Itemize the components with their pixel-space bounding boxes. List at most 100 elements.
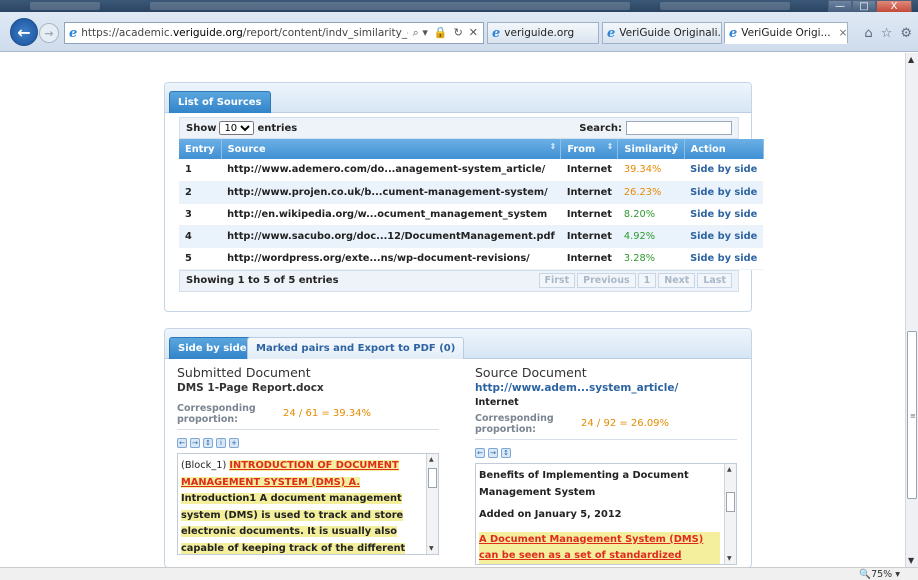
address-url[interactable]: https://academic.veriguide.org/report/co… bbox=[81, 27, 407, 39]
stop-icon[interactable]: ✕ bbox=[469, 26, 478, 40]
submitted-doc-filename: DMS 1-Page Report.docx bbox=[177, 382, 324, 394]
search-group: Search: bbox=[579, 121, 732, 135]
pager-page-1[interactable]: 1 bbox=[637, 273, 657, 288]
submitted-proportion: Corresponding proportion: 24 / 61 = 39.3… bbox=[177, 402, 439, 430]
zoom-control[interactable]: 🔍75% ▾ bbox=[859, 569, 900, 580]
tab-side-by-side[interactable]: Side by side bbox=[169, 337, 256, 359]
submitted-doc-title: Submitted Document bbox=[177, 365, 311, 380]
lock-icon[interactable]: 🔒 bbox=[434, 26, 448, 40]
col-entry[interactable]: Entry bbox=[179, 139, 222, 159]
source-cell: http://en.wikipedia.org/w...ocument_mana… bbox=[221, 203, 561, 226]
side-by-side-link[interactable]: Side by side bbox=[684, 181, 764, 204]
table-footer: Showing 1 to 5 of 5 entries First Previo… bbox=[179, 269, 739, 292]
similarity-cell: 39.34% bbox=[617, 159, 685, 182]
sync-icon[interactable]: ↕ bbox=[501, 448, 511, 458]
side-by-side-link[interactable]: Side by side bbox=[684, 247, 764, 270]
pagination: First Previous 1 Next Last bbox=[538, 273, 732, 288]
titlebar-blur bbox=[150, 2, 630, 10]
pager-previous[interactable]: Previous bbox=[577, 273, 636, 288]
scroll-up-icon[interactable]: ▲ bbox=[727, 466, 732, 473]
close-tab-icon[interactable]: × bbox=[839, 27, 847, 39]
address-bar[interactable]: e https://academic.veriguide.org/report/… bbox=[64, 22, 484, 44]
source-paragraph: Added on January 5, 2012 bbox=[479, 509, 622, 520]
matched-source-text: A Document Management System (DMS) can b… bbox=[479, 531, 720, 564]
scroll-thumb[interactable] bbox=[428, 468, 437, 488]
scroll-thumb[interactable] bbox=[726, 492, 735, 512]
table-row: 2 http://www.projen.co.uk/b...cument-man… bbox=[179, 181, 764, 204]
entry-cell: 1 bbox=[179, 159, 222, 182]
search-icon[interactable]: ⌕ ▾ bbox=[413, 26, 428, 40]
forward-button[interactable]: → bbox=[39, 23, 59, 43]
favorites-star-icon[interactable]: ☆ bbox=[881, 26, 893, 41]
info-icon[interactable]: i bbox=[216, 438, 226, 448]
page-scroll-thumb[interactable]: ≡ bbox=[907, 331, 917, 499]
ie-logo-icon: e bbox=[729, 25, 738, 41]
source-doc-type: Internet bbox=[475, 397, 519, 408]
first-match-icon[interactable]: ← bbox=[177, 438, 187, 448]
matched-text: Introduction1 A document management syst… bbox=[181, 493, 406, 554]
scroll-up-icon[interactable]: ▲ bbox=[429, 456, 434, 463]
source-cell: http://wordpress.org/exte...ns/wp-docume… bbox=[221, 247, 561, 270]
scroll-down-icon[interactable]: ▼ bbox=[429, 545, 434, 552]
table-header-row: Entry Source ⇕ From ⇕ Similarity ⇕ Action bbox=[179, 139, 764, 159]
source-cell: http://www.ademero.com/do...anagement-sy… bbox=[221, 159, 561, 182]
tab-marked-pairs[interactable]: Marked pairs and Export to PDF (0) bbox=[247, 337, 465, 359]
sync-icon[interactable]: ↕ bbox=[203, 438, 213, 448]
col-from-label: From bbox=[567, 143, 596, 155]
submitted-text-box[interactable]: (Block_1) INTRODUCTION OF DOCUMENT MANAG… bbox=[177, 453, 439, 555]
entries-select[interactable]: 10 bbox=[219, 121, 255, 135]
pager-first[interactable]: First bbox=[538, 273, 576, 288]
add-icon[interactable]: + bbox=[229, 438, 239, 448]
scroll-down-icon[interactable]: ▼ bbox=[908, 556, 914, 565]
text-scrollbar[interactable]: ▲ ▼ bbox=[426, 454, 438, 554]
tab-list-of-sources[interactable]: List of Sources bbox=[169, 91, 271, 113]
col-similarity-label: Similarity bbox=[624, 143, 678, 155]
sort-icon: ⇕ bbox=[549, 142, 557, 151]
table-toolbar: Show 10 entries Search: bbox=[179, 117, 739, 139]
source-text-box[interactable]: Benefits of Implementing a Document Mana… bbox=[475, 463, 737, 565]
search-input[interactable] bbox=[626, 121, 732, 135]
source-doc-link[interactable]: http://www.adem...system_article/ bbox=[475, 382, 737, 394]
from-cell: Internet bbox=[560, 225, 618, 248]
proportion-value: 24 / 61 = 39.34% bbox=[283, 408, 372, 419]
page-scrollbar[interactable]: ▲ ≡ ▼ bbox=[905, 53, 918, 567]
refresh-icon[interactable]: ↻ bbox=[454, 26, 463, 40]
entry-cell: 2 bbox=[179, 181, 222, 204]
home-icon[interactable]: ⌂ bbox=[864, 26, 872, 41]
text-scrollbar[interactable]: ▲ ▼ bbox=[724, 464, 736, 564]
scroll-up-icon[interactable]: ▲ bbox=[908, 55, 914, 64]
pager-next[interactable]: Next bbox=[658, 273, 696, 288]
col-source[interactable]: Source ⇕ bbox=[221, 139, 562, 159]
submitted-document-column: Submitted Document DMS 1-Page Report.doc… bbox=[177, 365, 439, 555]
navigation-icons: ← → ↕ i + bbox=[177, 438, 439, 448]
first-match-icon[interactable]: ← bbox=[475, 448, 485, 458]
side-by-side-link[interactable]: Side by side bbox=[684, 225, 764, 248]
pager-last[interactable]: Last bbox=[697, 273, 732, 288]
browser-navbar: ← → e https://academic.veriguide.org/rep… bbox=[0, 12, 918, 52]
from-cell: Internet bbox=[560, 159, 618, 182]
table-row: 4 http://www.sacubo.org/doc...12/Documen… bbox=[179, 225, 764, 248]
tab-label: VeriGuide Originali... bbox=[619, 27, 722, 39]
from-cell: Internet bbox=[560, 181, 618, 204]
show-label: Show bbox=[186, 122, 217, 134]
col-from[interactable]: From ⇕ bbox=[560, 139, 619, 159]
entries-info: Showing 1 to 5 of 5 entries bbox=[186, 275, 339, 286]
similarity-cell: 8.20% bbox=[617, 203, 685, 226]
next-match-icon[interactable]: → bbox=[488, 448, 498, 458]
url-path: /report/content/indv_similarity_details.… bbox=[242, 27, 408, 39]
col-similarity[interactable]: Similarity ⇕ bbox=[617, 139, 685, 159]
col-entry-label: Entry bbox=[185, 143, 215, 155]
next-match-icon[interactable]: → bbox=[190, 438, 200, 448]
settings-gear-icon[interactable]: ⚙ bbox=[900, 26, 912, 41]
back-button[interactable]: ← bbox=[10, 18, 38, 46]
tab-veriguide[interactable]: e veriguide.org bbox=[487, 22, 599, 44]
tab-veriguide-active[interactable]: e VeriGuide Origi... × bbox=[724, 22, 848, 44]
proportion-label: Corresponding proportion: bbox=[177, 402, 256, 425]
side-by-side-link[interactable]: Side by side bbox=[684, 159, 764, 182]
tab-veriguide-originality[interactable]: e VeriGuide Originali... bbox=[602, 22, 722, 44]
scroll-down-icon[interactable]: ▼ bbox=[727, 555, 732, 562]
side-by-side-link[interactable]: Side by side bbox=[684, 203, 764, 226]
sources-panel: List of Sources Show 10 entries Search: … bbox=[164, 82, 764, 312]
proportion-label: Corresponding proportion: bbox=[475, 412, 554, 435]
sources-table-wrapper: Show 10 entries Search: Entry Source ⇕ Fr… bbox=[179, 117, 764, 292]
